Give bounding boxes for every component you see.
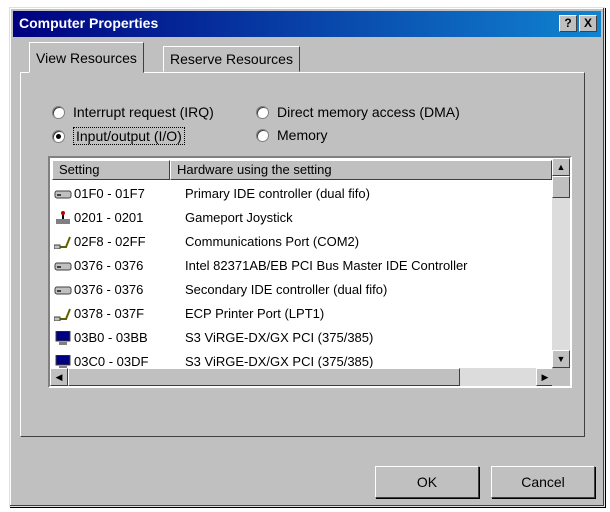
- setting-cell: 0376 - 0376: [74, 282, 144, 297]
- tab-view-resources[interactable]: View Resources: [29, 42, 144, 73]
- setting-cell: 03B0 - 03BB: [74, 330, 148, 345]
- radio-button-icon: [256, 105, 269, 119]
- radio-button-selected-icon: [52, 129, 65, 143]
- radio-button-icon: [52, 105, 65, 119]
- radio-button-icon: [256, 128, 269, 142]
- tab-reserve-resources[interactable]: Reserve Resources: [163, 46, 300, 72]
- port-icon: [54, 308, 71, 321]
- radio-label: Interrupt request (IRQ): [73, 104, 214, 120]
- setting-cell: 01F0 - 01F7: [74, 186, 145, 201]
- column-header-hardware[interactable]: Hardware using the setting: [170, 160, 552, 180]
- vertical-scroll-thumb[interactable]: [552, 176, 570, 198]
- monitor-icon: [55, 355, 71, 369]
- radio-dma[interactable]: Direct memory access (DMA): [256, 104, 460, 120]
- help-button[interactable]: ?: [559, 15, 577, 32]
- scroll-up-arrow-icon[interactable]: ▲: [552, 158, 570, 176]
- column-header-setting[interactable]: Setting: [52, 160, 170, 180]
- horizontal-scrollbar[interactable]: ◀ ▶: [50, 368, 554, 386]
- cancel-button[interactable]: Cancel: [491, 466, 595, 498]
- radio-label: Direct memory access (DMA): [277, 104, 460, 120]
- radio-label: Memory: [277, 127, 328, 143]
- close-button[interactable]: X: [579, 15, 597, 32]
- tab-label: Reserve Resources: [170, 51, 293, 67]
- hardware-cell: Intel 82371AB/EB PCI Bus Master IDE Cont…: [185, 258, 468, 273]
- ok-button[interactable]: OK: [375, 466, 479, 498]
- hardware-cell: Communications Port (COM2): [185, 234, 360, 249]
- setting-cell: 0201 - 0201: [74, 210, 144, 225]
- horizontal-scroll-thumb[interactable]: [68, 368, 460, 386]
- joystick-icon: [56, 211, 70, 224]
- vertical-scrollbar[interactable]: ▲ ▼: [552, 158, 570, 368]
- radio-label: Input/output (I/O): [73, 127, 185, 145]
- window-title: Computer Properties: [19, 15, 159, 31]
- radio-io[interactable]: Input/output (I/O): [52, 127, 185, 145]
- hardware-cell: ECP Printer Port (LPT1): [185, 306, 325, 321]
- hard-disk-icon: [54, 286, 72, 295]
- scrollbar-corner: [552, 368, 570, 386]
- hardware-cell: S3 ViRGE-DX/GX PCI (375/385): [185, 330, 374, 345]
- scroll-left-arrow-icon[interactable]: ◀: [50, 368, 68, 386]
- title-bar[interactable]: Computer Properties ? X: [13, 11, 601, 37]
- setting-cell: 0376 - 0376: [74, 258, 144, 273]
- hardware-cell: Gameport Joystick: [185, 210, 293, 225]
- resource-list[interactable]: Setting Hardware using the setting 01F0 …: [48, 156, 572, 388]
- setting-cell: 02F8 - 02FF: [74, 234, 146, 249]
- tab-label: View Resources: [36, 50, 137, 66]
- scroll-down-arrow-icon[interactable]: ▼: [552, 350, 570, 368]
- radio-memory[interactable]: Memory: [256, 127, 328, 143]
- hardware-cell: Secondary IDE controller (dual fifo): [185, 282, 388, 297]
- hard-disk-icon: [54, 190, 72, 199]
- monitor-icon: [55, 331, 71, 345]
- radio-irq[interactable]: Interrupt request (IRQ): [52, 104, 214, 120]
- setting-cell: 0378 - 037F: [74, 306, 145, 321]
- hard-disk-icon: [54, 262, 72, 271]
- port-icon: [54, 236, 71, 249]
- hardware-cell: Primary IDE controller (dual fifo): [185, 186, 370, 201]
